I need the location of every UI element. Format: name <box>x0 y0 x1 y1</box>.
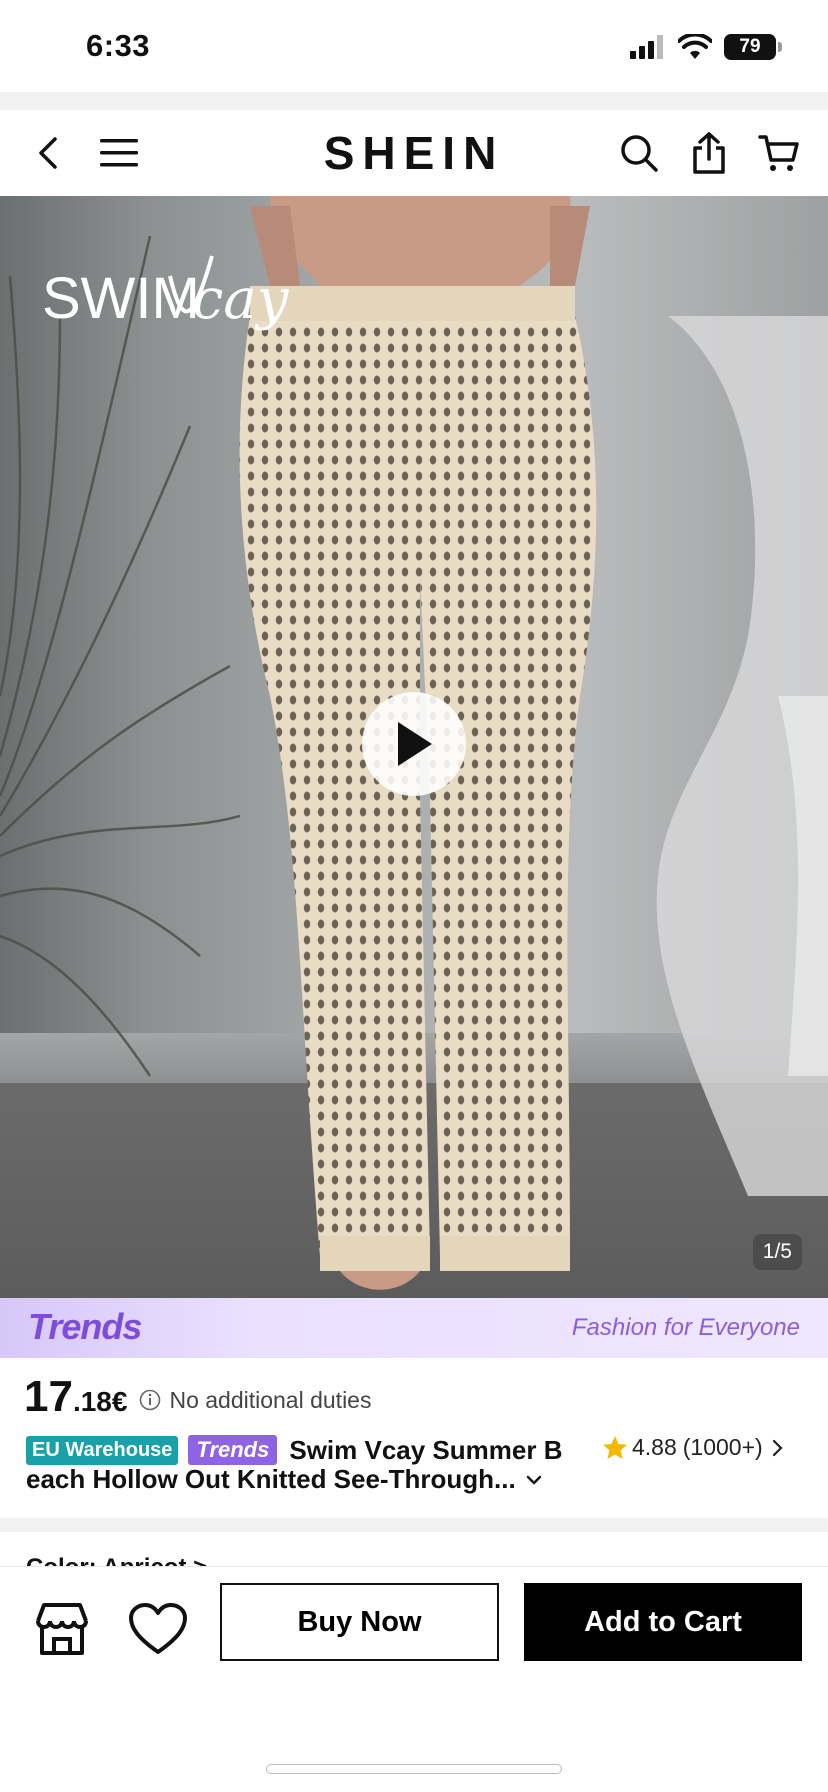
wifi-icon <box>678 34 712 59</box>
image-page-indicator: 1/5 <box>752 1234 802 1270</box>
buy-now-button[interactable]: Buy Now <box>220 1583 499 1661</box>
trends-badge: Trends <box>188 1435 278 1465</box>
plant-decoration <box>0 235 240 1077</box>
store-button[interactable] <box>30 1597 94 1661</box>
wall-shadow-decoration <box>656 316 828 1196</box>
eu-warehouse-badge: EU Warehouse <box>26 1435 179 1465</box>
play-icon <box>398 722 432 766</box>
product-title-continued: each Hollow Out Knitted See-Through... <box>26 1464 516 1494</box>
battery-icon: 79 <box>724 34 782 60</box>
header-divider <box>0 92 828 110</box>
bottom-action-bar: Buy Now Add to Cart <box>0 1566 828 1792</box>
status-time: 6:33 <box>86 28 151 63</box>
play-video-button[interactable] <box>362 692 466 796</box>
search-button[interactable] <box>614 128 664 178</box>
duties-text: No additional duties <box>169 1386 372 1413</box>
trends-banner[interactable]: Trends Fashion for Everyone <box>0 1298 828 1358</box>
chevron-down-icon[interactable] <box>526 1474 542 1486</box>
price-integer: 17 <box>24 1372 73 1421</box>
product-title-line1[interactable]: EU Warehouse Trends Swim Vcay Summer B <box>26 1432 562 1468</box>
product-image-carousel[interactable]: SWIM cay 1/5 <box>0 196 828 1298</box>
store-icon <box>36 1603 88 1655</box>
rating-summary[interactable]: 4.88 (1000+) <box>602 1434 787 1461</box>
duties-info[interactable]: No additional duties <box>139 1387 371 1414</box>
share-icon <box>693 132 725 174</box>
battery-level: 79 <box>739 36 761 57</box>
review-count: (1000+) <box>682 1434 763 1460</box>
status-icons: 79 <box>630 32 782 62</box>
heart-icon <box>129 1603 187 1654</box>
swimvcay-brand-logo: SWIM cay <box>42 255 290 332</box>
trends-slogan: Fashion for Everyone <box>571 1314 800 1341</box>
cart-button[interactable] <box>754 128 804 178</box>
product-title-line2[interactable]: each Hollow Out Knitted See-Through... <box>26 1464 542 1495</box>
top-nav: SHEIN <box>0 110 828 196</box>
section-divider <box>0 1518 828 1532</box>
star-icon <box>603 1435 627 1459</box>
rating-value: 4.88 <box>632 1434 677 1460</box>
signal-icon <box>630 35 663 59</box>
chevron-right-icon <box>772 1439 783 1456</box>
search-icon <box>621 135 658 172</box>
price-decimal: .18€ <box>72 1386 128 1417</box>
status-bar: 6:33 79 <box>0 0 828 92</box>
trends-logo: Trends <box>28 1306 142 1347</box>
cart-icon <box>758 135 799 171</box>
add-to-cart-button[interactable]: Add to Cart <box>524 1583 802 1661</box>
home-indicator[interactable] <box>266 1764 562 1774</box>
info-icon <box>140 1389 161 1411</box>
share-button[interactable] <box>684 128 734 178</box>
wishlist-button[interactable] <box>126 1597 190 1661</box>
product-title-text: Swim Vcay Summer B <box>289 1434 563 1465</box>
price-row: 17 .18€ No additional duties <box>24 1372 371 1422</box>
